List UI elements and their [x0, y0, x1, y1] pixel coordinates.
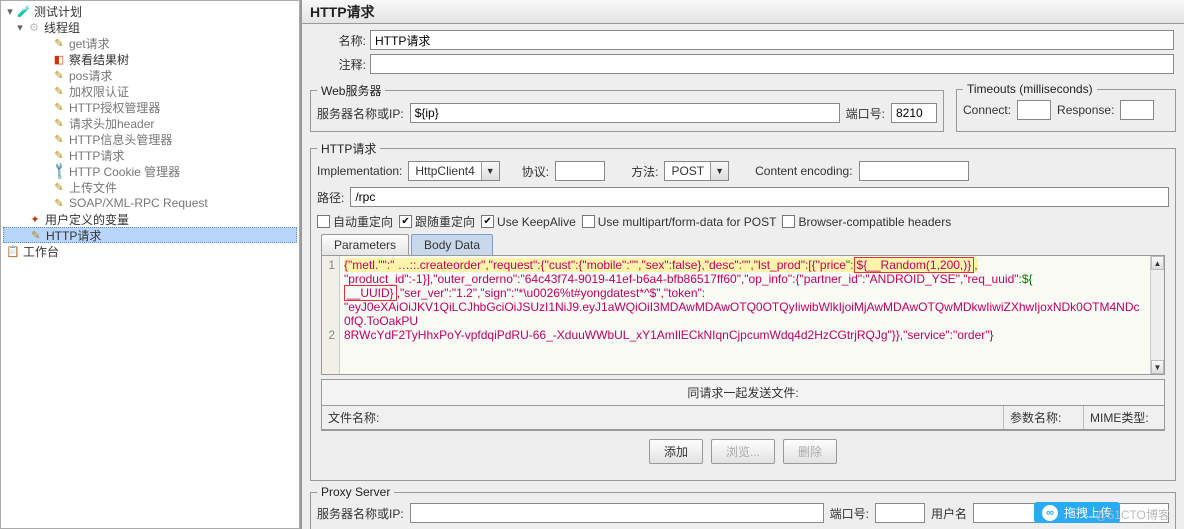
pen-icon: ✎	[51, 100, 67, 114]
legend: Timeouts (milliseconds)	[963, 82, 1097, 96]
port-input[interactable]	[891, 103, 937, 123]
tree-workbench[interactable]: 📋工作台	[3, 243, 297, 259]
comment-label: 注释:	[312, 56, 366, 73]
delete-button[interactable]: 删除	[783, 439, 837, 464]
main-panel: HTTP请求 名称: 注释: Web服务器 服务器名称或IP: 端口号:	[300, 0, 1184, 529]
tree-item[interactable]: ✎上传文件	[3, 179, 297, 195]
col-file[interactable]: 文件名称:	[322, 406, 1004, 429]
proxy-server-label: 服务器名称或IP:	[317, 505, 404, 522]
impl-select[interactable]: HttpClient4▼	[408, 161, 499, 181]
pen-icon: ✎	[51, 196, 67, 210]
pen-icon: ✎	[51, 36, 67, 50]
browse-button[interactable]: 浏览...	[711, 439, 775, 464]
scroll-up-icon[interactable]: ▲	[1151, 256, 1164, 270]
code-area[interactable]: {"metl."":" …::.createorder","request":{…	[340, 256, 1150, 374]
connect-label: Connect:	[963, 103, 1011, 117]
tree-item[interactable]: ✎pos请求	[3, 67, 297, 83]
tree-label: 测试计划	[34, 3, 82, 20]
tree-item[interactable]: ✎SOAP/XML-RPC Request	[3, 195, 297, 211]
tree-item[interactable]: ✎加权限认证	[3, 83, 297, 99]
tree-panel[interactable]: ▾🧪测试计划 ▾⚙线程组 ✎get请求 ◧察看结果树 ✎pos请求 ✎加权限认证…	[0, 0, 300, 529]
pen-icon: ✎	[51, 116, 67, 130]
server-label: 服务器名称或IP:	[317, 105, 404, 122]
tree-item[interactable]: ✎HTTP信息头管理器	[3, 131, 297, 147]
page-title: HTTP请求	[302, 0, 1184, 24]
pen-icon: ✎	[28, 228, 44, 242]
cb-keepalive[interactable]: ✔Use KeepAlive	[481, 215, 576, 229]
tree-threadgroup[interactable]: ▾⚙线程组	[3, 19, 297, 35]
vars-icon: ✦	[27, 212, 43, 226]
cb-browser-headers[interactable]: Browser-compatible headers	[782, 215, 951, 229]
col-mime[interactable]: MIME类型:	[1084, 406, 1164, 429]
response-input[interactable]	[1120, 100, 1154, 120]
legend: HTTP请求	[317, 140, 380, 157]
connect-input[interactable]	[1017, 100, 1051, 120]
pen-icon: ✎	[51, 84, 67, 98]
proxy-user-label: 用户名	[931, 505, 967, 522]
tab-parameters[interactable]: Parameters	[321, 234, 409, 255]
files-title: 同请求一起发送文件:	[322, 380, 1164, 406]
cb-multipart[interactable]: Use multipart/form-data for POST	[582, 215, 777, 229]
scrollbar[interactable]: ▲▼	[1150, 256, 1164, 374]
legend: Proxy Server	[317, 485, 394, 499]
col-param[interactable]: 参数名称:	[1004, 406, 1084, 429]
gear-icon: ⚙	[26, 20, 42, 34]
chevron-down-icon: ▼	[481, 162, 499, 180]
workbench-icon: 📋	[5, 244, 21, 258]
protocol-label: 协议:	[522, 163, 549, 180]
impl-label: Implementation:	[317, 164, 402, 178]
pen-icon: ✎	[51, 148, 67, 162]
gutter: 12	[322, 256, 340, 374]
name-label: 名称:	[312, 32, 366, 49]
tree-item[interactable]: ◧察看结果树	[3, 51, 297, 67]
method-select[interactable]: POST▼	[664, 161, 729, 181]
comment-input[interactable]	[370, 54, 1174, 74]
port-label: 端口号:	[846, 105, 885, 122]
server-input[interactable]	[410, 103, 840, 123]
tree-item[interactable]: ✎请求头加header	[3, 115, 297, 131]
files-section: 同请求一起发送文件: 文件名称: 参数名称: MIME类型:	[321, 379, 1165, 431]
tab-body-data[interactable]: Body Data	[411, 234, 493, 255]
tree-label: 线程组	[44, 19, 80, 36]
name-input[interactable]	[370, 30, 1174, 50]
webserver-fieldset: Web服务器 服务器名称或IP: 端口号:	[310, 82, 944, 132]
response-label: Response:	[1057, 103, 1114, 117]
toggle-icon[interactable]: ▾	[5, 5, 15, 18]
timeouts-fieldset: Timeouts (milliseconds) Connect: Respons…	[956, 82, 1176, 132]
tree-root[interactable]: ▾🧪测试计划	[3, 3, 297, 19]
proxy-server-input[interactable]	[410, 503, 824, 523]
add-button[interactable]: 添加	[649, 439, 703, 464]
upload-pill[interactable]: ∞ 拖拽上传	[1034, 502, 1120, 523]
legend: Web服务器	[317, 82, 385, 99]
cb-auto-redirect[interactable]: 自动重定向	[317, 213, 393, 230]
cloud-icon: ∞	[1042, 505, 1058, 521]
chevron-down-icon: ▼	[710, 162, 728, 180]
method-label: 方法:	[631, 163, 658, 180]
path-label: 路径:	[317, 189, 344, 206]
encoding-input[interactable]	[859, 161, 969, 181]
tree-item[interactable]: ✦用户定义的变量	[3, 211, 297, 227]
results-icon: ◧	[51, 52, 67, 66]
tree-item[interactable]: ✎HTTP请求	[3, 147, 297, 163]
proxy-port-label: 端口号:	[830, 505, 869, 522]
flask-icon: 🧪	[16, 4, 32, 18]
tree-item[interactable]: ✎get请求	[3, 35, 297, 51]
protocol-input[interactable]	[555, 161, 605, 181]
tree-item[interactable]: ✎HTTP授权管理器	[3, 99, 297, 115]
http-fieldset: HTTP请求 Implementation: HttpClient4▼ 协议: …	[310, 140, 1176, 481]
tree-item-selected[interactable]: ✎HTTP请求	[3, 227, 297, 243]
cb-follow-redirect[interactable]: ✔跟随重定向	[399, 213, 475, 230]
wrench-icon: 🔧	[51, 164, 67, 178]
scroll-down-icon[interactable]: ▼	[1151, 360, 1164, 374]
tree-item[interactable]: 🔧HTTP Cookie 管理器	[3, 163, 297, 179]
body-editor[interactable]: 12 {"metl."":" …::.createorder","request…	[321, 255, 1165, 375]
pen-icon: ✎	[51, 68, 67, 82]
pen-icon: ✎	[51, 180, 67, 194]
toggle-icon[interactable]: ▾	[15, 21, 25, 34]
pen-icon: ✎	[51, 132, 67, 146]
encoding-label: Content encoding:	[755, 164, 852, 178]
path-input[interactable]	[350, 187, 1169, 207]
proxy-port-input[interactable]	[875, 503, 925, 523]
